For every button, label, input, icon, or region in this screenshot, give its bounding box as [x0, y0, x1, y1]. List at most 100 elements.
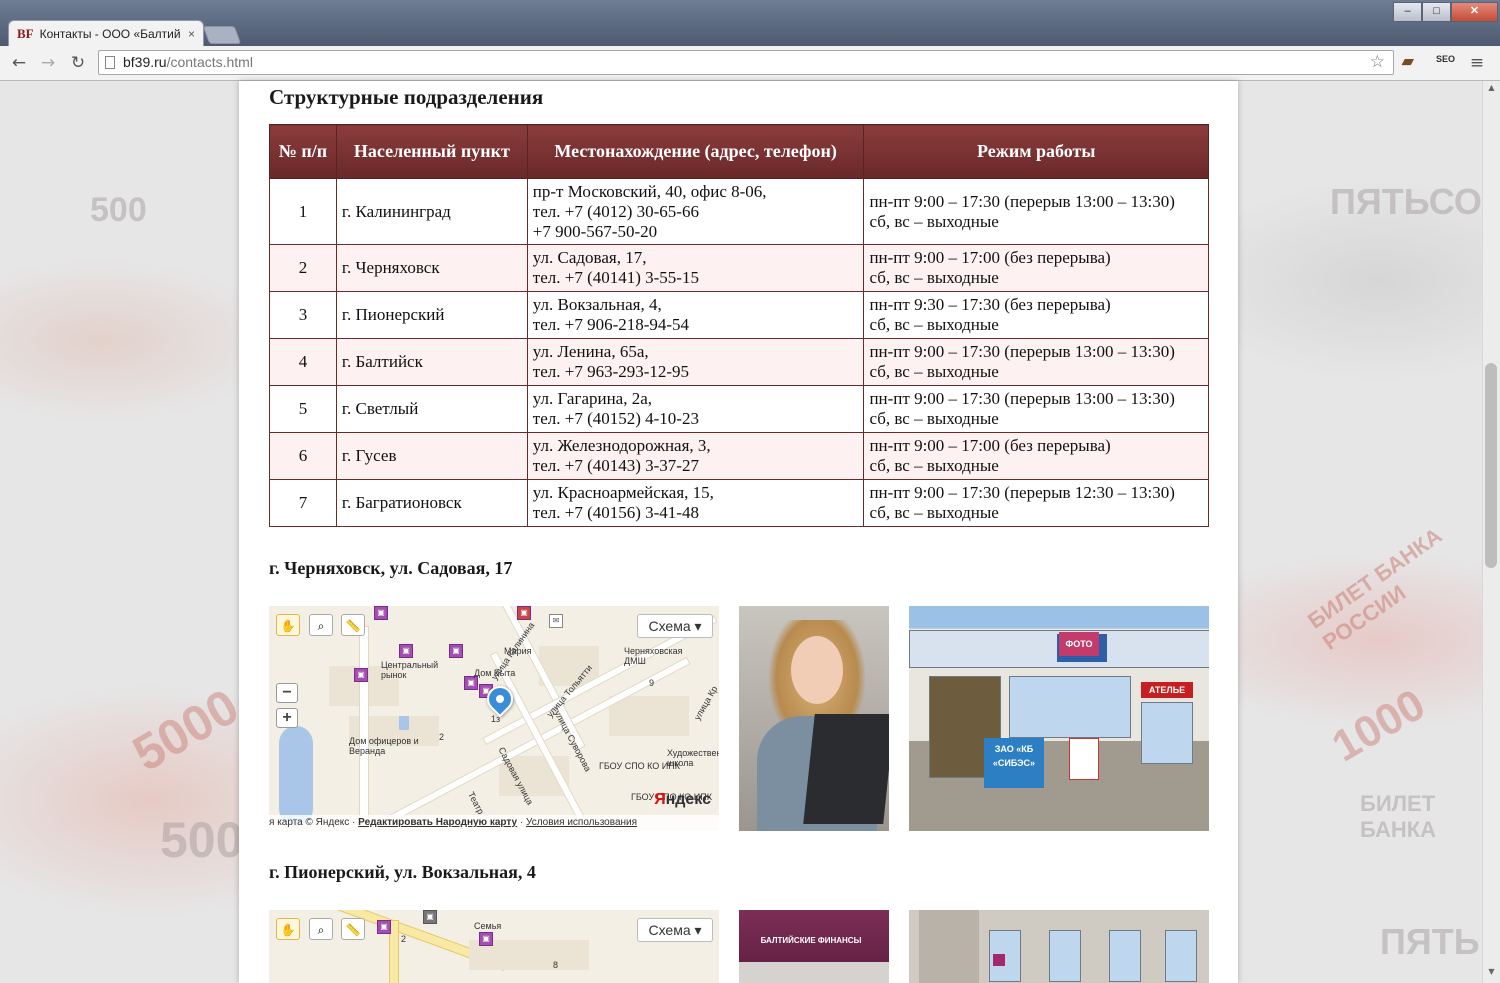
row-hours: пн-пт 9:00 – 17:30 (перерыв 13:00 – 13:3… [863, 385, 1209, 433]
store-window [1009, 676, 1131, 738]
menu-icon[interactable]: ≡ [1466, 52, 1488, 74]
forward-icon[interactable]: → [37, 52, 59, 74]
map-magnifier-tool[interactable]: ⌕ [309, 614, 333, 636]
office-storefront-photo: 2 ЭТАЖ ФОТО АТЕЛЬЕ ЗАО «КБ «СИБЭС» [909, 606, 1209, 831]
building-sign [993, 954, 1005, 966]
poi-icon[interactable]: ▣ [517, 606, 531, 620]
table-row: 3 г. Пионерский ул. Вокзальная, 4, тел. +… [269, 291, 1209, 339]
office-map-chernyakhovsk[interactable]: ✋ ⌕ 📏 Схема ▾ − + ▣ ▣ ✉ ▣ ▣ ▣ ▣ ▣ улица … [269, 606, 719, 831]
row-city: г. Черняховск [335, 244, 528, 292]
scroll-up-icon[interactable]: ▲ [1483, 83, 1500, 97]
poi-icon[interactable]: ▣ [449, 644, 463, 658]
hours-line: пн-пт 9:00 – 17:30 (перерыв 13:00 – 13:3… [869, 342, 1175, 361]
row-address: ул. Железнодорожная, 3, тел. +7 (40143) 3… [526, 432, 865, 480]
scrollbar-thumb[interactable] [1485, 363, 1497, 568]
address-line: +7 900-567-50-20 [532, 221, 658, 241]
hours-line: сб, вс – выходные [869, 503, 999, 522]
map-hand-tool[interactable]: ✋ [276, 918, 300, 940]
window-titlebar: BF Контакты - ООО «Балтий × – □ ✕ [0, 0, 1500, 46]
address-line: тел. +7 (40143) 3-37-27 [532, 456, 699, 475]
mail-icon[interactable]: ✉ [549, 614, 563, 628]
row-number: 1 [269, 178, 337, 245]
header-number: № п/п [269, 124, 337, 179]
photo-laptop [803, 714, 889, 824]
map-hand-tool[interactable]: ✋ [276, 614, 300, 636]
map-label: Дом Быта [474, 668, 516, 678]
row-city: г. Багратионовск [335, 479, 528, 527]
building-column [919, 910, 979, 983]
banknote-decoration: ПЯТЬ [1380, 921, 1480, 962]
hours-line: сб, вс – выходные [869, 409, 999, 428]
edit-map-link[interactable]: Редактировать Народную карту [358, 817, 517, 828]
map-road [359, 626, 369, 828]
table-row: 4 г. Балтийск ул. Ленина, 65а, тел. +7 96… [269, 338, 1209, 386]
poi-icon[interactable]: ▣ [374, 606, 388, 620]
hours-line: пн-пт 9:30 – 17:30 (без перерыва) [869, 295, 1111, 314]
map-magnifier-tool[interactable]: ⌕ [309, 918, 333, 940]
browser-toolbar: ← → ↻ bf39.ru/contacts.html ☆ ▰ SEO ≡ [0, 46, 1500, 81]
poi-icon[interactable]: ▣ [399, 644, 413, 658]
new-tab-button[interactable] [202, 26, 242, 44]
map-label: Центральный рынок [381, 660, 439, 680]
map-zoom-in-button[interactable]: + [276, 708, 298, 728]
store-sign: АТЕЛЬЕ [1141, 682, 1193, 698]
row-hours: пн-пт 9:00 – 17:30 (перерыв 12:30 – 13:3… [863, 479, 1209, 527]
poi-icon[interactable]: ▣ [354, 668, 368, 682]
map-label: 2 [401, 934, 407, 944]
row-number: 5 [269, 385, 337, 433]
page-scrollbar[interactable]: ▲ ▼ [1482, 81, 1500, 983]
row-address: ул. Вокзальная, 4, тел. +7 906-218-94-54 [526, 291, 865, 339]
window-controls: – □ ✕ [1393, 2, 1498, 22]
poi-icon[interactable]: ▣ [464, 676, 478, 690]
hours-line: сб, вс – выходные [869, 456, 999, 475]
map-type-dropdown[interactable]: Схема ▾ [637, 614, 713, 638]
star-icon[interactable]: ☆ [1370, 51, 1385, 74]
hours-line: пн-пт 9:00 – 17:30 (перерыв 13:00 – 13:3… [869, 191, 1175, 211]
map-copyright: я карта © Яндекс · [269, 817, 356, 828]
map-label: 8 [553, 960, 559, 970]
site-favicon-icon: BF [17, 25, 34, 41]
address-line: ул. Железнодорожная, 3, [532, 436, 711, 455]
map-zoom-out-button[interactable]: − [276, 683, 298, 703]
minimize-button[interactable]: – [1393, 2, 1422, 22]
hours-line: сб, вс – выходные [869, 211, 999, 231]
back-icon[interactable]: ← [8, 52, 30, 74]
row-number: 7 [269, 479, 337, 527]
map-label: 9 [649, 678, 655, 688]
terms-link[interactable]: Условия использования [526, 817, 637, 828]
row-number: 2 [269, 244, 337, 292]
tab-close-icon[interactable]: × [188, 27, 195, 41]
map-type-dropdown[interactable]: Схема ▾ [637, 918, 713, 942]
section-title: Структурные подразделения [269, 85, 544, 109]
address-line: тел. +7 (40152) 4-10-23 [532, 409, 699, 428]
employee-photo [739, 606, 889, 831]
maximize-button[interactable]: □ [1422, 2, 1451, 22]
row-hours: пн-пт 9:00 – 17:30 (перерыв 13:00 – 13:3… [863, 338, 1209, 386]
address-line: ул. Ленина, 65а, [532, 342, 649, 361]
row-hours: пн-пт 9:00 – 17:00 (без перерыва) сб, вс … [863, 432, 1209, 480]
row-number: 6 [269, 432, 337, 480]
tab-title: Контакты - ООО «Балтий [39, 26, 181, 41]
building-icon[interactable]: ▣ [423, 910, 437, 924]
table-row: 6 г. Гусев ул. Железнодорожная, 3, тел. +… [269, 432, 1209, 480]
office-building-photo [909, 910, 1209, 983]
banknote-decoration: 500 [160, 812, 244, 868]
scroll-down-icon[interactable]: ▼ [1483, 967, 1500, 981]
hat-extension-icon[interactable]: ▰ [1402, 52, 1414, 70]
hours-line: пн-пт 9:00 – 17:00 (без перерыва) [869, 248, 1111, 267]
browser-tab[interactable]: BF Контакты - ООО «Балтий × [8, 20, 204, 46]
map-ruler-tool[interactable]: 📏 [341, 614, 365, 636]
window-close-button[interactable]: ✕ [1451, 2, 1498, 22]
reload-icon[interactable]: ↻ [67, 52, 89, 74]
row-hours: пн-пт 9:00 – 17:30 (перерыв 13:00 – 13:3… [863, 178, 1209, 245]
banknote-decoration: ПЯТЬСО [1330, 181, 1482, 222]
poi-icon[interactable]: ▣ [377, 920, 391, 934]
seo-extension-icon[interactable]: SEO [1436, 54, 1455, 64]
map-ruler-tool[interactable]: 📏 [341, 918, 365, 940]
poi-icon[interactable]: ▣ [479, 932, 493, 946]
row-hours: пн-пт 9:30 – 17:30 (без перерыва) сб, вс … [863, 291, 1209, 339]
office-map-pionersky[interactable]: ✋ ⌕ 📏 ▣ ▣ ▣ Семья 2 8 Схема ▾ [269, 910, 719, 983]
table-row: 1 г. Калининград пр-т Московский, 40, оф… [269, 178, 1209, 245]
address-bar[interactable]: bf39.ru/contacts.html ☆ [98, 50, 1394, 75]
table-header-row: № п/п Населенный пункт Местонахождение (… [269, 124, 1209, 179]
